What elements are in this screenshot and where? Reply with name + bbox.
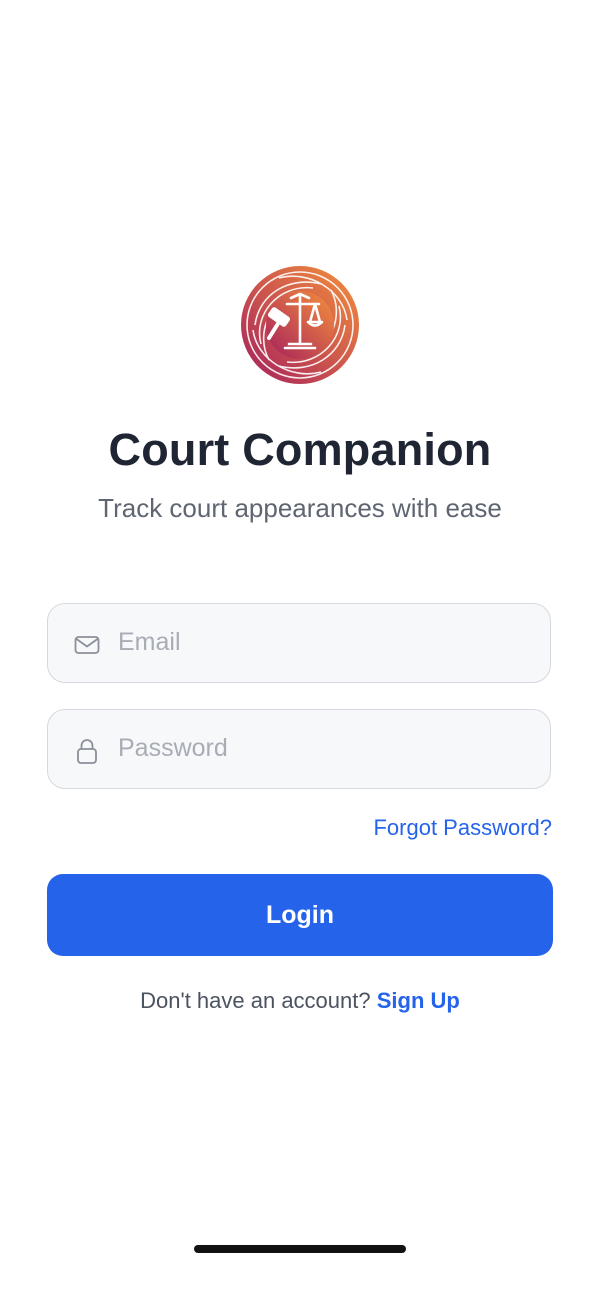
lock-icon bbox=[72, 736, 102, 766]
signup-link[interactable]: Sign Up bbox=[377, 988, 460, 1013]
app-subtitle: Track court appearances with ease bbox=[98, 493, 502, 523]
app-logo bbox=[239, 264, 361, 386]
login-screen: Court Companion Track court appearances … bbox=[0, 0, 600, 1299]
email-input[interactable] bbox=[118, 604, 528, 681]
signup-prompt: Don't have an account? bbox=[140, 988, 371, 1013]
home-indicator[interactable] bbox=[194, 1245, 406, 1253]
mail-icon bbox=[72, 630, 102, 660]
password-input[interactable] bbox=[118, 710, 528, 787]
signup-row: Don't have an account? Sign Up bbox=[0, 988, 600, 1014]
forgot-password-link[interactable]: Forgot Password? bbox=[373, 815, 552, 841]
login-button[interactable]: Login bbox=[47, 874, 553, 956]
password-field[interactable] bbox=[47, 709, 551, 789]
app-title: Court Companion bbox=[108, 424, 492, 475]
scales-of-justice-icon bbox=[241, 266, 359, 384]
email-field[interactable] bbox=[47, 603, 551, 683]
